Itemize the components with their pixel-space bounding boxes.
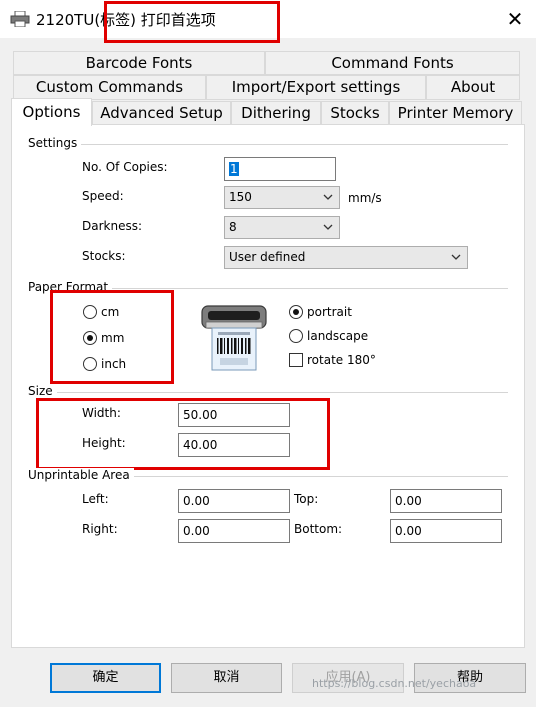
stocks-value: User defined [229,250,306,264]
tab-barcode-fonts[interactable]: Barcode Fonts [13,51,265,75]
label-printer-icon [201,305,267,371]
left-input[interactable]: 0.00 [178,489,290,513]
chevron-down-icon [323,224,333,230]
tab-import-export-settings[interactable]: Import/Export settings [206,75,426,100]
annotation-box-title [104,1,280,43]
copies-input[interactable]: 1 [224,157,336,181]
orientation-landscape-label: landscape [307,329,369,343]
orientation-portrait-label: portrait [307,305,352,319]
watermark-text: https://blog.csdn.net/yechaoa [312,677,477,690]
top-label: Top: [294,492,319,506]
settings-separator [28,144,508,145]
chevron-down-icon [323,194,333,200]
tab-command-fonts[interactable]: Command Fonts [265,51,520,75]
close-button[interactable]: ✕ [500,4,530,34]
darkness-value: 8 [229,220,237,234]
tab-about[interactable]: About [426,75,520,100]
annotation-box-size [36,398,330,470]
size-separator [28,392,508,393]
orientation-portrait-radio[interactable] [289,305,303,319]
tab-printer-memory[interactable]: Printer Memory [389,101,522,125]
tab-stocks[interactable]: Stocks [321,101,389,125]
speed-label: Speed: [82,189,124,203]
cancel-button[interactable]: 取消 [171,663,282,693]
right-label: Right: [82,522,118,536]
copies-value: 1 [229,162,239,176]
orientation-landscape-radio[interactable] [289,329,303,343]
rotate-180-checkbox[interactable] [289,353,303,367]
unprintable-group-label: Unprintable Area [28,468,134,482]
right-input[interactable]: 0.00 [178,519,290,543]
tab-options[interactable]: Options [11,98,92,126]
size-group-label: Size [28,384,57,398]
stocks-label: Stocks: [82,249,126,263]
darkness-select[interactable]: 8 [224,216,340,239]
ok-button[interactable]: 确定 [50,663,161,693]
bottom-label: Bottom: [294,522,343,536]
printer-icon [10,11,30,27]
speed-value: 150 [229,190,252,204]
speed-unit: mm/s [348,191,382,205]
tab-custom-commands[interactable]: Custom Commands [13,75,206,100]
settings-group-label: Settings [28,136,82,150]
tab-advanced-setup[interactable]: Advanced Setup [92,101,231,125]
speed-select[interactable]: 150 [224,186,340,209]
annotation-box-units [50,290,174,384]
close-icon: ✕ [506,7,524,31]
left-label: Left: [82,492,109,506]
tab-dithering[interactable]: Dithering [231,101,321,125]
bottom-input[interactable]: 0.00 [390,519,502,543]
top-input[interactable]: 0.00 [390,489,502,513]
darkness-label: Darkness: [82,219,143,233]
stocks-select[interactable]: User defined [224,246,468,269]
chevron-down-icon [451,254,461,260]
rotate-180-label: rotate 180° [307,353,376,367]
copies-label: No. Of Copies: [82,160,168,174]
